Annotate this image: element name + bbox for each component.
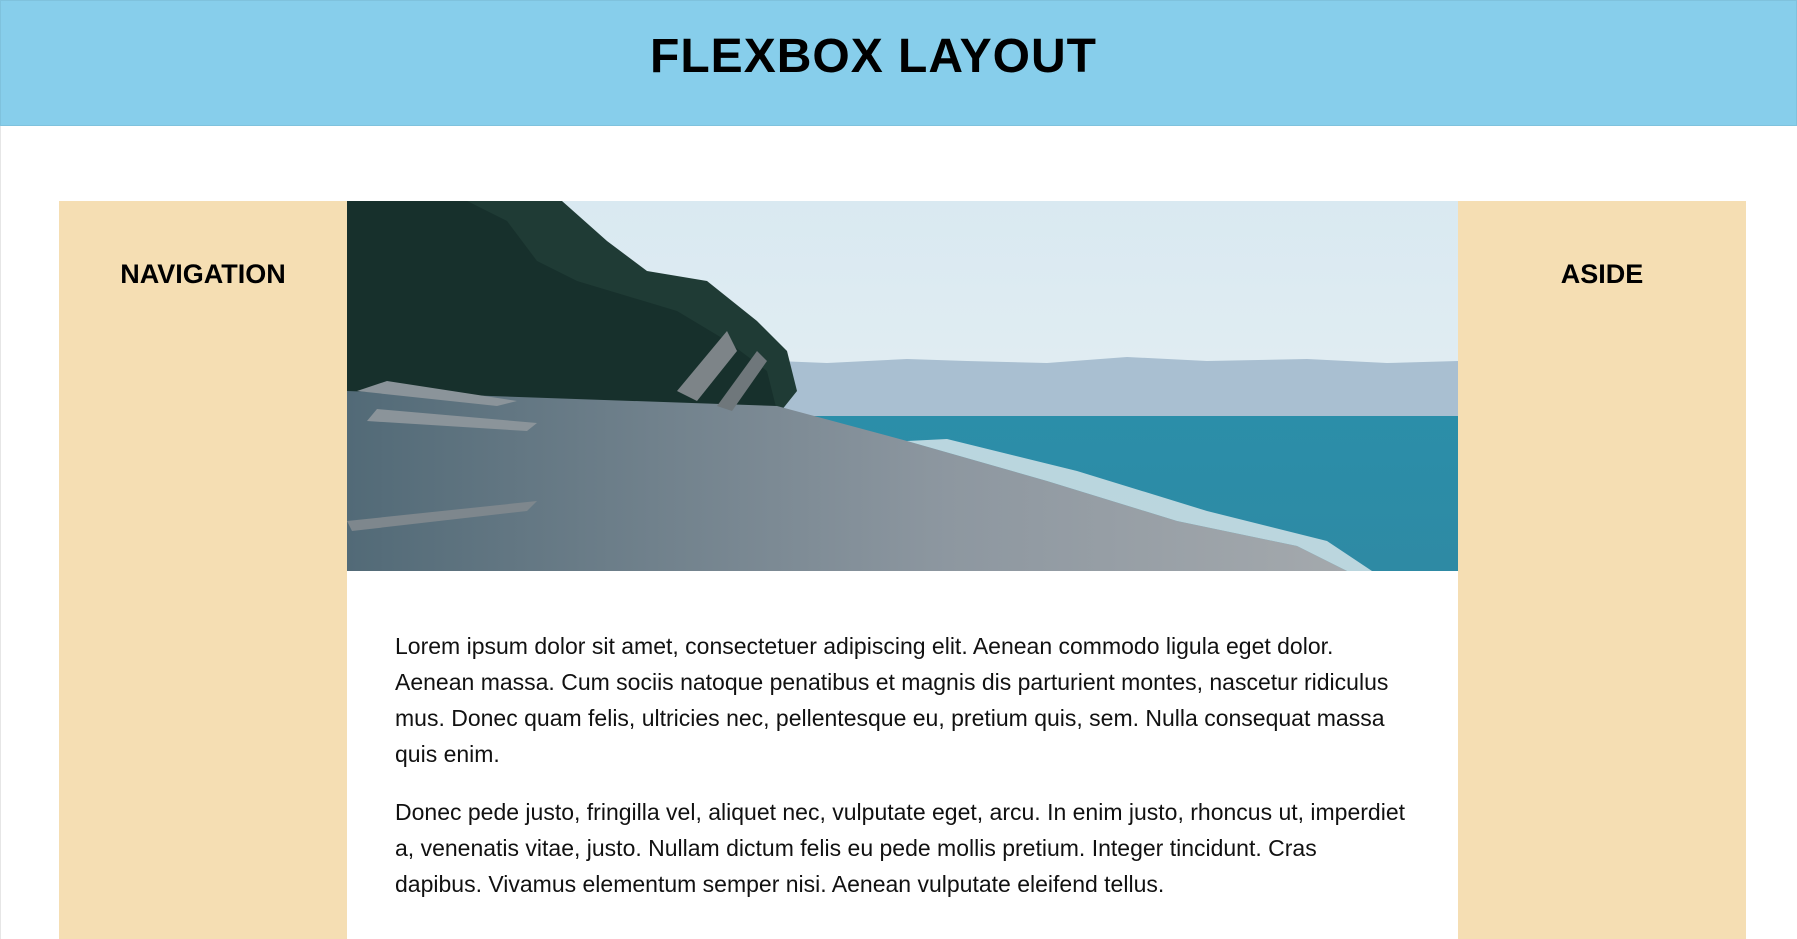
paragraph: Lorem ipsum dolor sit amet, consectetuer… [395, 633, 1389, 767]
article-content: Lorem ipsum dolor sit amet, consectetuer… [347, 571, 1458, 902]
aside-panel: ASIDE [1458, 201, 1746, 939]
navigation-panel: NAVIGATION [59, 201, 347, 939]
navigation-title: NAVIGATION [120, 259, 286, 289]
aside-title: ASIDE [1560, 259, 1644, 289]
beach-hero-image [347, 201, 1458, 571]
flex-layout: NAVIGATION Lorem ipsum dolor sit amet, c… [59, 201, 1746, 939]
page-header: FLEXBOX LAYOUT [0, 0, 1797, 126]
page-title: FLEXBOX LAYOUT [650, 30, 1097, 83]
main-content: Lorem ipsum dolor sit amet, consectetuer… [347, 201, 1458, 939]
paragraph: Donec pede justo, fringilla vel, aliquet… [395, 799, 1406, 897]
